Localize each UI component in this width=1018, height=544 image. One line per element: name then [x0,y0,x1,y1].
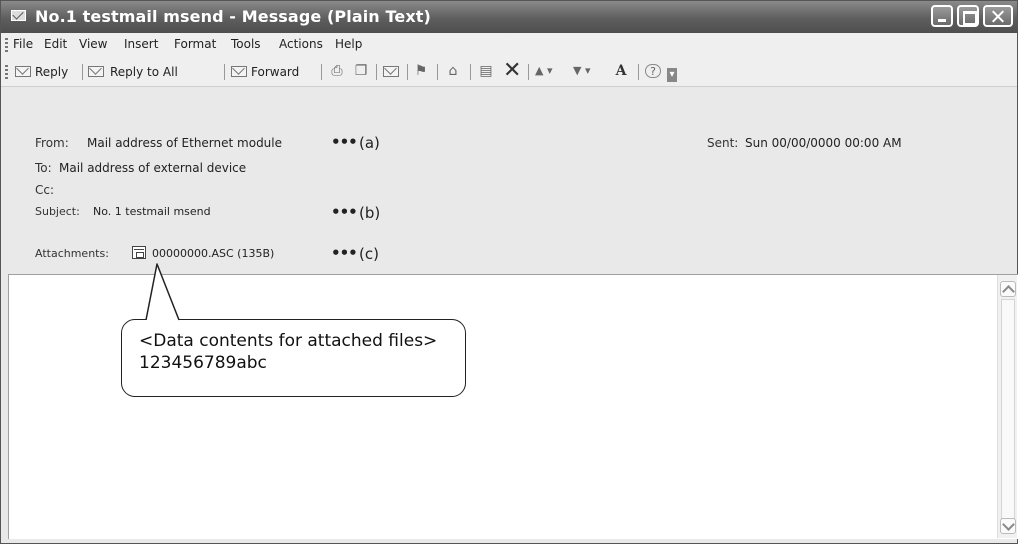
message-window: No.1 testmail msend - Message (Plain Tex… [0,0,1018,544]
callout-content: 123456789abc [139,353,267,373]
callout-title: <Data contents for attached files> [139,331,438,351]
callout-pointer [145,263,180,321]
